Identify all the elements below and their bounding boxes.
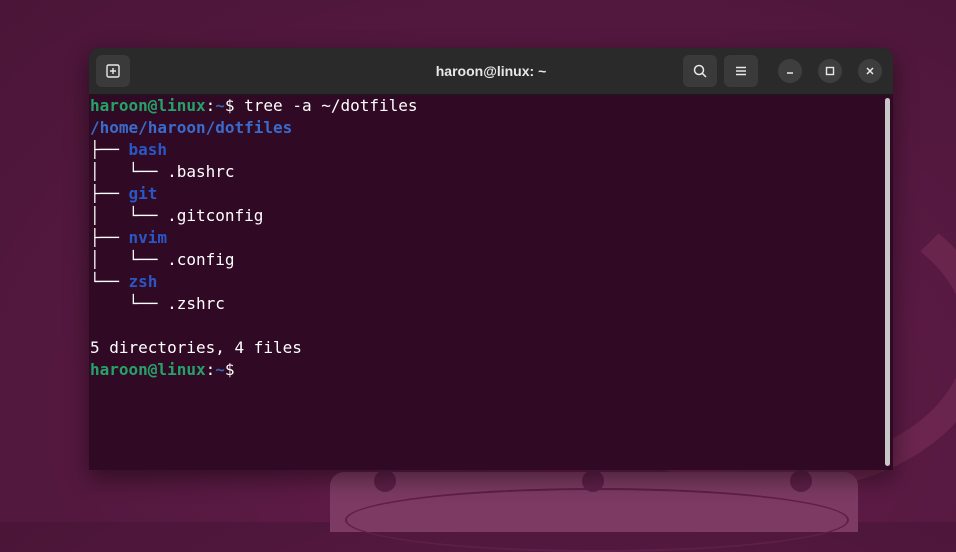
prompt-path: ~: [215, 96, 225, 115]
prompt-separator: :: [205, 96, 216, 115]
wallpaper-arc: [345, 488, 849, 552]
command-text: tree -a ~/dotfiles: [234, 96, 418, 115]
tree-dir-name: nvim: [128, 228, 168, 247]
tree-file-name: .config: [167, 250, 235, 269]
tree-branch: ├──: [90, 228, 129, 247]
command-line: haroon@linux:~$ tree -a ~/dotfiles: [90, 95, 882, 117]
tree-branch: │ └──: [90, 162, 168, 181]
terminal-window: haroon@linux: ~ haroon@linux:~$ tree -a …: [89, 48, 893, 470]
prompt-user: haroon@linux: [90, 96, 206, 115]
tree-dir-name: bash: [128, 140, 168, 159]
tree-item: ├── nvim: [90, 227, 882, 249]
tree-item: │ └── .config: [90, 249, 882, 271]
prompt-line: haroon@linux:~$: [90, 359, 882, 381]
hamburger-menu-icon: [736, 66, 746, 76]
menu-button[interactable]: [724, 55, 758, 87]
tree-file-name: .gitconfig: [167, 206, 264, 225]
scrollbar[interactable]: [885, 98, 890, 466]
tree-item: ├── bash: [90, 139, 882, 161]
window-title: haroon@linux: ~: [435, 63, 547, 79]
maximize-icon: [825, 66, 835, 76]
close-icon: [866, 67, 874, 75]
tree-item: ├── git: [90, 183, 882, 205]
tree-branch: └──: [90, 272, 129, 291]
tree-item: └── .zshrc: [90, 293, 882, 315]
prompt-separator: :: [205, 360, 216, 379]
titlebar: haroon@linux: ~: [89, 48, 893, 95]
summary-line: 5 directories, 4 files: [90, 338, 302, 357]
prompt-path: ~: [215, 360, 225, 379]
tree-dir-name: zsh: [128, 272, 158, 291]
maximize-button[interactable]: [818, 59, 842, 83]
close-button[interactable]: [858, 59, 882, 83]
tree-file-name: .zshrc: [167, 294, 225, 313]
wallpaper-dot: [790, 470, 812, 492]
tree-file-name: .bashrc: [167, 162, 235, 181]
tree-branch: │ └──: [90, 206, 168, 225]
wallpaper-dot: [374, 470, 396, 492]
tree-item: │ └── .gitconfig: [90, 205, 882, 227]
tree-item: └── zsh: [90, 271, 882, 293]
terminal-output[interactable]: haroon@linux:~$ tree -a ~/dotfiles /home…: [89, 95, 882, 470]
prompt-symbol: $: [224, 360, 235, 379]
tree-branch: │ └──: [90, 250, 168, 269]
tree-branch: ├──: [90, 140, 129, 159]
minimize-icon: [787, 72, 793, 74]
prompt-symbol: $: [224, 96, 235, 115]
tree-root: /home/haroon/dotfiles: [90, 118, 293, 137]
tree-dir-name: git: [128, 184, 158, 203]
tree-branch: └──: [90, 294, 168, 313]
minimize-button[interactable]: [778, 59, 802, 83]
tree-branch: ├──: [90, 184, 129, 203]
search-icon: [693, 64, 707, 78]
search-button[interactable]: [683, 55, 717, 87]
tree-item: │ └── .bashrc: [90, 161, 882, 183]
prompt-user: haroon@linux: [90, 360, 206, 379]
